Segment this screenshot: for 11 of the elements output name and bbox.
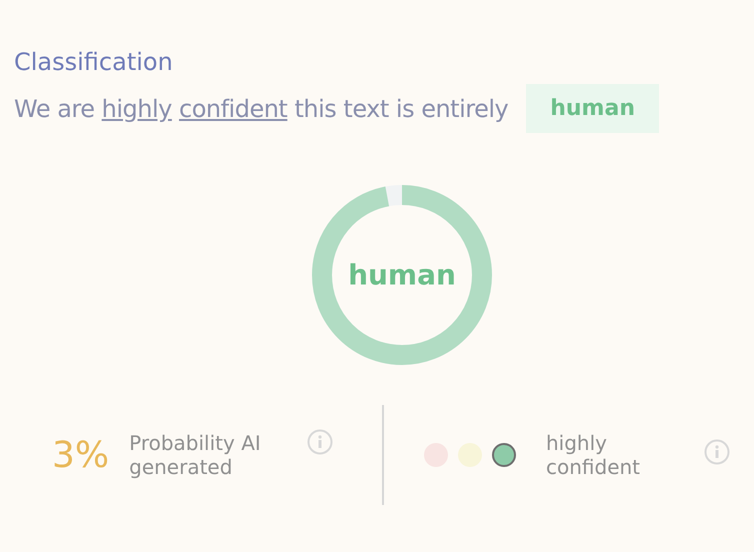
- info-icon[interactable]: [704, 439, 730, 465]
- link[interactable]: highly: [102, 94, 172, 122]
- info-icon[interactable]: [307, 429, 334, 455]
- section-heading: Classification: [14, 48, 173, 76]
- verdict-badge: human: [526, 84, 659, 133]
- gauge-label: human: [348, 258, 456, 292]
- confidence-label: highly confident: [546, 431, 642, 479]
- probability-value: 3%: [52, 434, 110, 476]
- probability-label: Probability AI generated: [129, 431, 262, 479]
- link[interactable]: confident: [179, 94, 288, 122]
- summary-text: We are highly confident this text is entirely: [14, 94, 508, 122]
